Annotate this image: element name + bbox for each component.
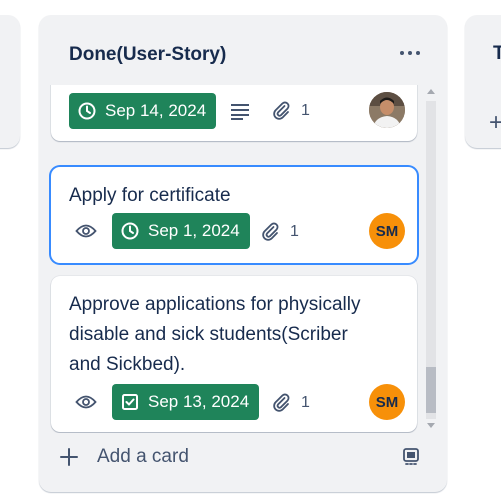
card-1[interactable]: Sep 14, 2024 1 [51,85,417,141]
eye-icon [75,395,97,409]
attachment-icon [273,101,290,120]
card-title-line: disable and sick students(Scriber [69,324,348,345]
scroll-up-arrow-icon[interactable] [427,89,435,94]
clock-icon [78,102,96,120]
due-date-badge[interactable]: Sep 14, 2024 [69,93,217,129]
list-done-user-story: Done(User-Story) Sep 14, 2024 1 Apply fo… [39,15,447,492]
attachment-count: 1 [290,223,299,240]
scrollbar-thumb[interactable] [426,367,436,413]
card-3[interactable]: Approve applications for physically disa… [51,276,417,432]
card-title-line: and Sickbed). [69,354,186,375]
list-more-button[interactable] [395,39,425,67]
cards-container: Sep 14, 2024 1 Apply for certificate Sep… [39,85,447,433]
list-title[interactable]: Done(User-Story) [69,44,226,66]
member-avatar-photo[interactable] [369,92,405,128]
attachment-count: 1 [301,102,310,119]
description-icon [231,104,249,120]
clock-icon [121,222,139,240]
add-card-button[interactable]: Add a card [53,439,373,475]
person-photo-icon [369,92,405,128]
create-from-template-button[interactable] [397,443,425,471]
plus-icon [53,441,85,473]
attachment-icon [273,393,290,412]
more-dot-icon [408,51,412,55]
previous-list [0,15,20,148]
member-avatar[interactable]: SM [369,213,405,249]
add-card-label: Add a card [97,446,189,467]
template-icon [403,448,419,465]
card-title: Approve applications for physically disa… [69,290,361,380]
due-date-badge[interactable]: Sep 1, 2024 [112,213,250,249]
attachment-count: 1 [301,394,310,411]
next-list: T + [465,15,501,148]
next-list-add-icon[interactable]: + [489,111,501,135]
more-dot-icon [416,51,420,55]
due-date-badge[interactable]: Sep 13, 2024 [112,384,260,420]
more-dot-icon [400,51,404,55]
member-avatar[interactable]: SM [369,384,405,420]
scroll-down-arrow-icon[interactable] [427,423,435,428]
checkbox-icon [122,394,138,410]
card-title: Apply for certificate [69,185,231,206]
attachment-icon [262,222,279,241]
due-date-text: Sep 1, 2024 [148,221,240,240]
eye-icon [75,224,97,238]
card-2[interactable]: Apply for certificate Sep 1, 2024 1 SM [51,167,417,263]
due-date-text: Sep 13, 2024 [148,392,250,411]
due-date-text: Sep 14, 2024 [105,101,207,120]
next-list-title[interactable]: T [493,43,501,65]
member-initials: SM [375,222,399,240]
card-title-line: Approve applications for physically [69,294,361,315]
member-initials: SM [375,393,399,411]
cards-scrollbar[interactable] [423,87,439,431]
